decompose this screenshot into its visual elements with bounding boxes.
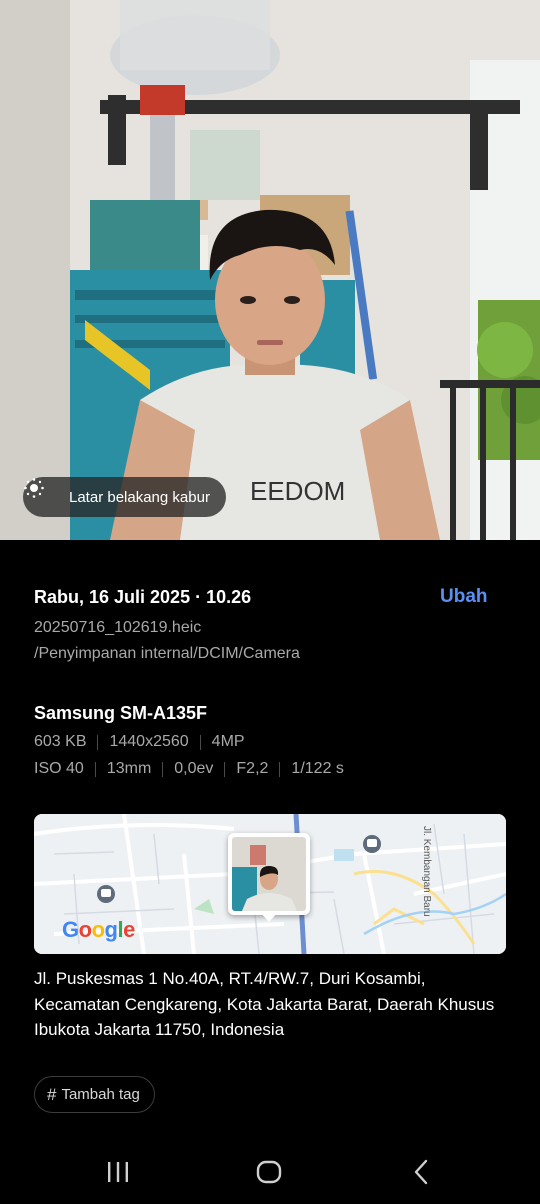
camera-specs-row: ISO 40 13mm 0,0ev F2,2 1/122 s (34, 760, 344, 778)
file-specs-row: 603 KB 1440x2560 4MP (34, 733, 245, 751)
background-blur-icon (24, 478, 59, 508)
background-blur-label: Latar belakang kabur (69, 488, 210, 506)
photo-location-pin[interactable] (228, 833, 310, 922)
edit-button[interactable]: Ubah (440, 586, 488, 608)
divider (199, 734, 201, 750)
aperture: F2,2 (236, 760, 269, 777)
megapixels: 4MP (211, 733, 245, 750)
background-blur-button[interactable]: Latar belakang kabur (23, 477, 226, 517)
back-icon (414, 1159, 428, 1185)
file-name: 20250716_102619.heic (34, 619, 202, 636)
photo-image: EEDOM (0, 0, 540, 540)
file-size: 603 KB (34, 733, 87, 750)
capture-datetime: Rabu, 16 Juli 2025 · 10.26 (34, 587, 252, 607)
divider (224, 761, 226, 777)
location-address: Jl. Puskesmas 1 No.40A, RT.4/RW.7, Duri … (34, 969, 495, 1039)
device-model: Samsung SM-A135F (34, 703, 208, 723)
pin-thumbnail (232, 837, 306, 911)
recents-button[interactable] (88, 1150, 148, 1194)
divider (279, 761, 281, 777)
recents-icon (108, 1162, 128, 1182)
iso: ISO 40 (34, 760, 84, 777)
resolution: 1440x2560 (109, 733, 189, 750)
focal-length: 13mm (106, 760, 152, 777)
shutter-speed: 1/122 s (291, 760, 344, 777)
google-logo: Google (62, 917, 135, 942)
divider (162, 761, 164, 777)
photo-preview[interactable]: EEDOM Latar belakang kabur (0, 0, 540, 540)
divider (97, 734, 99, 750)
home-button[interactable] (239, 1150, 299, 1194)
map-street-label: Jl. Kembangan Baru (421, 826, 432, 917)
back-button[interactable] (391, 1150, 451, 1194)
add-tag-button[interactable]: # Tambah tag (34, 1076, 155, 1113)
divider (94, 761, 96, 777)
home-icon (256, 1160, 282, 1184)
svg-text:EEDOM: EEDOM (250, 476, 345, 506)
add-tag-label: Tambah tag (61, 1086, 140, 1103)
pin-pointer (261, 913, 277, 922)
exposure-value: 0,0ev (174, 760, 214, 777)
file-path: /Penyimpanan internal/DCIM/Camera (34, 645, 300, 662)
hash-icon: # (47, 1084, 57, 1104)
